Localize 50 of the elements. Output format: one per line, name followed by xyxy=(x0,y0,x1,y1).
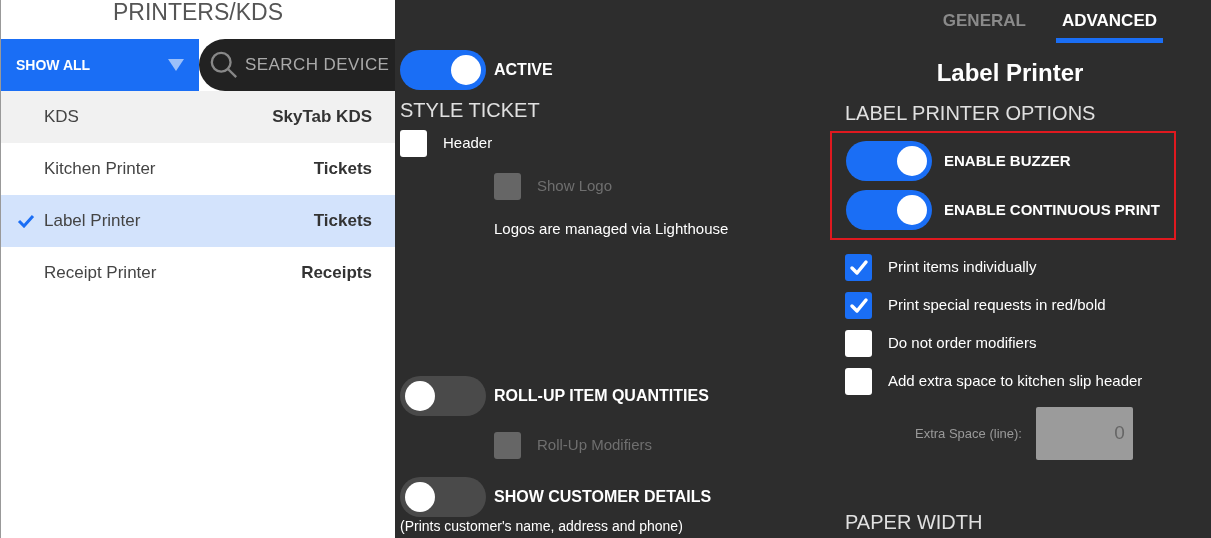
checkbox-label: Print special requests in red/bold xyxy=(888,295,1106,316)
search-input[interactable]: SEARCH DEVICE xyxy=(245,52,395,78)
toggle-description: (Prints customer's name, address and phone) xyxy=(400,517,684,534)
toggle-label: ACTIVE xyxy=(494,60,553,80)
device-row[interactable]: Label Printer Tickets xyxy=(1,195,395,247)
search-field[interactable]: SEARCH DEVICE xyxy=(199,39,395,91)
check-icon xyxy=(16,214,35,228)
checkbox-label: Roll-Up Modifiers xyxy=(537,434,653,455)
toggle-label: ENABLE BUZZER xyxy=(944,150,1071,171)
device-name: Label Printer xyxy=(44,210,142,233)
toggle-switch[interactable] xyxy=(400,476,486,517)
info-text: Logos are managed via Lighthouse xyxy=(494,219,730,239)
toggle-switch[interactable] xyxy=(400,375,486,416)
device-name: Receipt Printer xyxy=(44,262,158,285)
search-icon xyxy=(209,49,239,81)
checkbox-label: Do not order modifiers xyxy=(888,333,1037,354)
sidebar-title: PRINTERS/KDS xyxy=(113,0,283,25)
device-name: Kitchen Printer xyxy=(44,158,157,181)
device-row[interactable]: KDS SkyTab KDS xyxy=(1,91,395,143)
toggle-label: SHOW CUSTOMER DETAILS xyxy=(494,486,712,507)
toggle-switch[interactable] xyxy=(846,141,932,181)
checkbox[interactable] xyxy=(845,292,872,319)
filter-dropdown[interactable]: SHOW ALL xyxy=(1,39,199,91)
check-icon xyxy=(848,257,869,278)
tab[interactable]: ADVANCED xyxy=(1055,0,1163,43)
caret-icon xyxy=(167,58,185,72)
device-type: Tickets xyxy=(313,158,372,181)
toggle-label: ENABLE CONTINUOUS PRINT xyxy=(944,199,1160,220)
checkbox-label: Print items individually xyxy=(888,257,1037,278)
checkbox[interactable] xyxy=(845,368,872,395)
field-label: Extra Space (line): xyxy=(915,424,1022,443)
checkbox-label: Show Logo xyxy=(537,176,613,197)
device-name: KDS xyxy=(44,106,80,129)
section-heading: PAPER WIDTH xyxy=(845,510,984,534)
device-type: Tickets xyxy=(313,210,372,233)
device-type: Receipts xyxy=(301,262,372,285)
checkbox-label: Add extra space to kitchen slip header xyxy=(888,371,1143,392)
checkbox[interactable] xyxy=(845,330,872,357)
toggle-switch[interactable] xyxy=(846,190,932,230)
printer-title: Label Printer xyxy=(936,58,1084,88)
checkbox-label: Header xyxy=(443,133,493,154)
section-heading: LABEL PRINTER OPTIONS xyxy=(845,101,1097,125)
tab[interactable]: GENERAL xyxy=(936,0,1032,43)
toggle-label: ROLL-UP ITEM QUANTITIES xyxy=(494,385,709,406)
section-heading: STYLE TICKET xyxy=(400,98,541,122)
toggle-switch[interactable] xyxy=(400,50,486,90)
checkbox[interactable] xyxy=(400,130,427,157)
check-icon xyxy=(848,295,869,316)
checkbox[interactable] xyxy=(845,254,872,281)
device-type: SkyTab KDS xyxy=(272,106,372,129)
